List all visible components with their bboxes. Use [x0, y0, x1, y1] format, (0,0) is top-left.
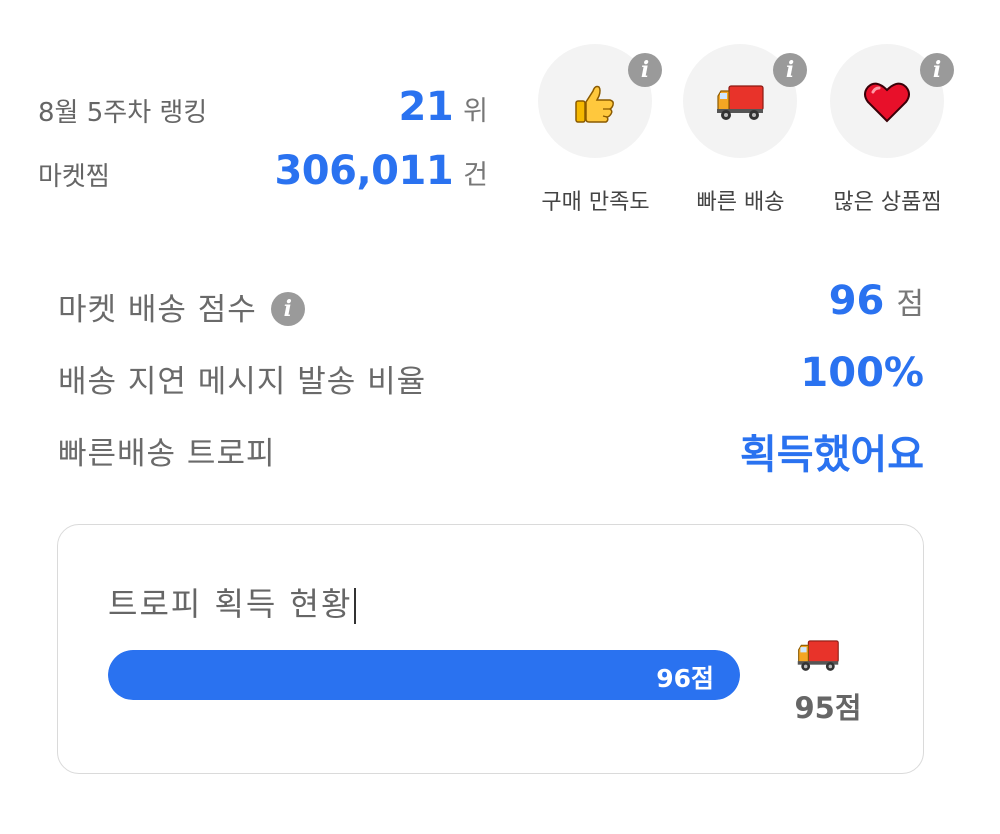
- ranking-row: 8월 5주차 랭킹 21 위: [38, 80, 488, 144]
- market-likes-label: 마켓찜: [38, 162, 110, 192]
- badge-info-icon[interactable]: i: [773, 53, 807, 87]
- thumbs-up-icon: [575, 85, 614, 123]
- badge-label: 빠른 배송: [696, 190, 785, 215]
- seller-stats: 8월 5주차 랭킹 21 위 마켓찜 306,011 건: [38, 80, 488, 208]
- trophy-goal: 95점: [778, 637, 878, 727]
- delay-message-ratio-value: 100%: [800, 350, 924, 396]
- badge-info-icon[interactable]: i: [920, 53, 954, 87]
- trophy-status-title-text: 트로피 획득 현황: [108, 585, 353, 623]
- delivery-score-label-text: 마켓 배송 점수: [58, 292, 257, 328]
- ranking-label: 8월 5주차 랭킹: [38, 98, 208, 128]
- ranking-number: 21: [398, 84, 454, 130]
- trophy-progress-label: 96점: [656, 664, 714, 693]
- delivery-score-value: 96 점: [829, 278, 924, 324]
- trophy-progress-fill: [108, 650, 740, 700]
- market-likes-row: 마켓찜 306,011 건: [38, 144, 488, 208]
- delay-message-ratio-number: 100%: [800, 350, 924, 396]
- delay-message-ratio-label: 배송 지연 메시지 발송 비율: [58, 364, 427, 400]
- badge-label: 많은 상품찜: [833, 190, 942, 215]
- fast-delivery-trophy-label: 빠른배송 트로피: [58, 436, 276, 472]
- fast-delivery-trophy-row: 빠른배송 트로피 획득했어요: [58, 416, 924, 488]
- delay-message-ratio-row: 배송 지연 메시지 발송 비율 100%: [58, 344, 924, 416]
- badge-fast-delivery: i 빠른 배송: [673, 44, 813, 219]
- ranking-unit: 위: [463, 96, 488, 127]
- market-likes-value: 306,011 건: [274, 148, 488, 194]
- trophy-progress-bar: 96점: [108, 650, 740, 700]
- delivery-score-unit: 점: [896, 287, 924, 322]
- badge-purchase-satisfaction: i 구매 만족도: [528, 44, 668, 219]
- ranking-value: 21 위: [398, 84, 488, 130]
- heart-icon: [864, 82, 910, 123]
- market-likes-unit: 건: [463, 160, 488, 191]
- badge-many-likes: i 많은 상품찜: [820, 44, 960, 219]
- fast-delivery-trophy-status: 획득했어요: [740, 432, 924, 478]
- market-likes-number: 306,011: [274, 148, 454, 194]
- trophy-goal-label: 95점: [794, 691, 862, 725]
- badge-label: 구매 만족도: [541, 190, 650, 215]
- fast-delivery-trophy-value: 획득했어요: [740, 422, 924, 480]
- delivery-score-row: 마켓 배송 점수 i 96 점: [58, 272, 924, 344]
- trophy-status-title: 트로피 획득 현황: [108, 579, 357, 625]
- text-cursor: [354, 588, 357, 624]
- badge-info-icon[interactable]: i: [628, 53, 662, 87]
- truck-icon: [717, 85, 764, 120]
- trophy-status-card: 트로피 획득 현황 96점 95점: [57, 524, 924, 774]
- delivery-score-number: 96: [828, 278, 885, 324]
- delivery-score-label: 마켓 배송 점수 i: [58, 284, 305, 329]
- seller-badges: i 구매 만족도 i 빠른 배송 i 많은 상품찜: [528, 44, 958, 224]
- truck-icon: [797, 640, 839, 671]
- delivery-metrics: 마켓 배송 점수 i 96 점 배송 지연 메시지 발송 비율 100% 빠른배송 …: [58, 272, 924, 488]
- info-icon[interactable]: i: [270, 291, 305, 326]
